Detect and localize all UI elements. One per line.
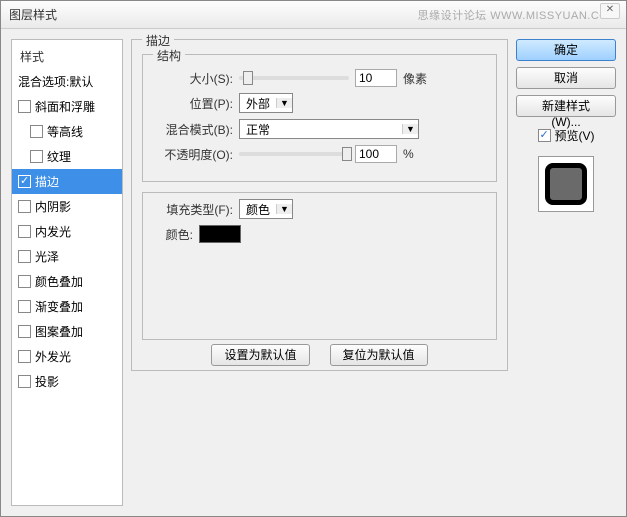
fill-type-combobox[interactable]: 颜色 ▼: [239, 199, 293, 219]
cancel-button[interactable]: 取消: [516, 67, 616, 89]
sidebar-item-label: 图案叠加: [35, 323, 83, 340]
sidebar-item-color-overlay[interactable]: 颜色叠加: [12, 269, 122, 294]
checkbox-icon[interactable]: [18, 100, 31, 113]
checkbox-icon[interactable]: [18, 200, 31, 213]
checkbox-icon[interactable]: [18, 375, 31, 388]
checkbox-icon[interactable]: [18, 175, 31, 188]
sidebar-item-inner-glow[interactable]: 内发光: [12, 219, 122, 244]
sidebar-item-label: 渐变叠加: [35, 298, 83, 315]
sidebar-item-label: 光泽: [35, 248, 59, 265]
checkbox-icon[interactable]: [18, 325, 31, 338]
sidebar-item-label: 等高线: [47, 123, 83, 140]
fill-type-fieldset: 填充类型(F): 颜色 ▼ 颜色:: [142, 192, 497, 340]
preview-checkbox[interactable]: [538, 129, 551, 142]
titlebar: 图层样式 思缘设计论坛 WWW.MISSYUAN.COM: [1, 1, 626, 29]
checkbox-icon[interactable]: [30, 125, 43, 138]
fill-type-value: 颜色: [240, 201, 276, 218]
sidebar-item-label: 外发光: [35, 348, 71, 365]
preview-swatch-icon: [545, 163, 587, 205]
structure-fieldset: 结构 大小(S): 像素 位置(P): 外部 ▼: [142, 54, 497, 182]
close-button[interactable]: ✕: [600, 3, 620, 19]
sidebar-item-stroke[interactable]: 描边: [12, 169, 122, 194]
structure-legend: 结构: [153, 47, 185, 64]
size-unit: 像素: [403, 70, 427, 87]
checkbox-icon[interactable]: [18, 225, 31, 238]
opacity-input[interactable]: [355, 145, 397, 163]
chevron-down-icon: ▼: [402, 124, 418, 134]
sidebar-item-texture[interactable]: 纹理: [12, 144, 122, 169]
chevron-down-icon: ▼: [276, 98, 292, 108]
slider-thumb-icon[interactable]: [243, 71, 253, 85]
main-panel: 描边 结构 大小(S): 像素 位置(P): 外部 ▼: [131, 39, 508, 506]
size-slider[interactable]: [239, 76, 349, 80]
position-value: 外部: [240, 95, 276, 112]
layer-style-dialog: ✕ 图层样式 思缘设计论坛 WWW.MISSYUAN.COM 样式 混合选项:默…: [0, 0, 627, 517]
sidebar-item-label: 描边: [35, 173, 59, 190]
dialog-actions: 确定 取消 新建样式(W)... 预览(V): [516, 39, 616, 506]
color-swatch[interactable]: [199, 225, 241, 243]
position-label: 位置(P):: [153, 95, 233, 112]
reset-default-button[interactable]: 复位为默认值: [330, 344, 428, 366]
sidebar-item-label: 内阴影: [35, 198, 71, 215]
sidebar-item-bevel[interactable]: 斜面和浮雕: [12, 94, 122, 119]
sidebar-item-label: 纹理: [47, 148, 71, 165]
ok-button[interactable]: 确定: [516, 39, 616, 61]
sidebar-item-label: 内发光: [35, 223, 71, 240]
sidebar-header: 样式: [12, 44, 122, 69]
slider-thumb-icon[interactable]: [342, 147, 352, 161]
checkbox-icon[interactable]: [18, 350, 31, 363]
size-input[interactable]: [355, 69, 397, 87]
fill-type-label: 填充类型(F):: [153, 201, 233, 218]
checkbox-icon[interactable]: [30, 150, 43, 163]
fill-color-label: 颜色:: [153, 226, 193, 243]
stroke-fieldset: 描边 结构 大小(S): 像素 位置(P): 外部 ▼: [131, 39, 508, 371]
sidebar-item-label: 颜色叠加: [35, 273, 83, 290]
blend-mode-label: 混合模式(B):: [153, 121, 233, 138]
size-label: 大小(S):: [153, 70, 233, 87]
preview-label: 预览(V): [555, 127, 595, 144]
position-combobox[interactable]: 外部 ▼: [239, 93, 293, 113]
sidebar-item-drop-shadow[interactable]: 投影: [12, 369, 122, 394]
preview-toggle-row: 预览(V): [516, 127, 616, 144]
sidebar-blend-options[interactable]: 混合选项:默认: [12, 69, 122, 94]
blend-mode-row: 混合模式(B): 正常 ▼: [153, 119, 486, 139]
sidebar-item-label: 混合选项:默认: [18, 73, 93, 90]
set-default-button[interactable]: 设置为默认值: [211, 344, 309, 366]
sidebar-item-inner-shadow[interactable]: 内阴影: [12, 194, 122, 219]
opacity-label: 不透明度(O):: [153, 146, 233, 163]
opacity-unit: %: [403, 147, 414, 161]
sidebar-item-gradient-overlay[interactable]: 渐变叠加: [12, 294, 122, 319]
blend-mode-combobox[interactable]: 正常 ▼: [239, 119, 419, 139]
chevron-down-icon: ▼: [276, 204, 292, 214]
window-title: 图层样式: [9, 6, 57, 23]
size-row: 大小(S): 像素: [153, 69, 486, 87]
opacity-row: 不透明度(O): %: [153, 145, 486, 163]
sidebar-item-contour[interactable]: 等高线: [12, 119, 122, 144]
styles-sidebar: 样式 混合选项:默认 斜面和浮雕 等高线 纹理 描边 内阴影 内发光 光泽 颜色…: [11, 39, 123, 506]
opacity-slider[interactable]: [239, 152, 349, 156]
fill-color-row: 颜色:: [153, 225, 486, 243]
sidebar-item-label: 投影: [35, 373, 59, 390]
sidebar-item-outer-glow[interactable]: 外发光: [12, 344, 122, 369]
sidebar-item-label: 斜面和浮雕: [35, 98, 95, 115]
watermark-text: 思缘设计论坛 WWW.MISSYUAN.COM: [418, 7, 618, 23]
blend-mode-value: 正常: [240, 121, 402, 138]
default-buttons-row: 设置为默认值 复位为默认值: [142, 344, 497, 366]
sidebar-item-pattern-overlay[interactable]: 图案叠加: [12, 319, 122, 344]
position-row: 位置(P): 外部 ▼: [153, 93, 486, 113]
checkbox-icon[interactable]: [18, 275, 31, 288]
new-style-button[interactable]: 新建样式(W)...: [516, 95, 616, 117]
sidebar-item-satin[interactable]: 光泽: [12, 244, 122, 269]
checkbox-icon[interactable]: [18, 250, 31, 263]
checkbox-icon[interactable]: [18, 300, 31, 313]
preview-thumbnail: [538, 156, 594, 212]
